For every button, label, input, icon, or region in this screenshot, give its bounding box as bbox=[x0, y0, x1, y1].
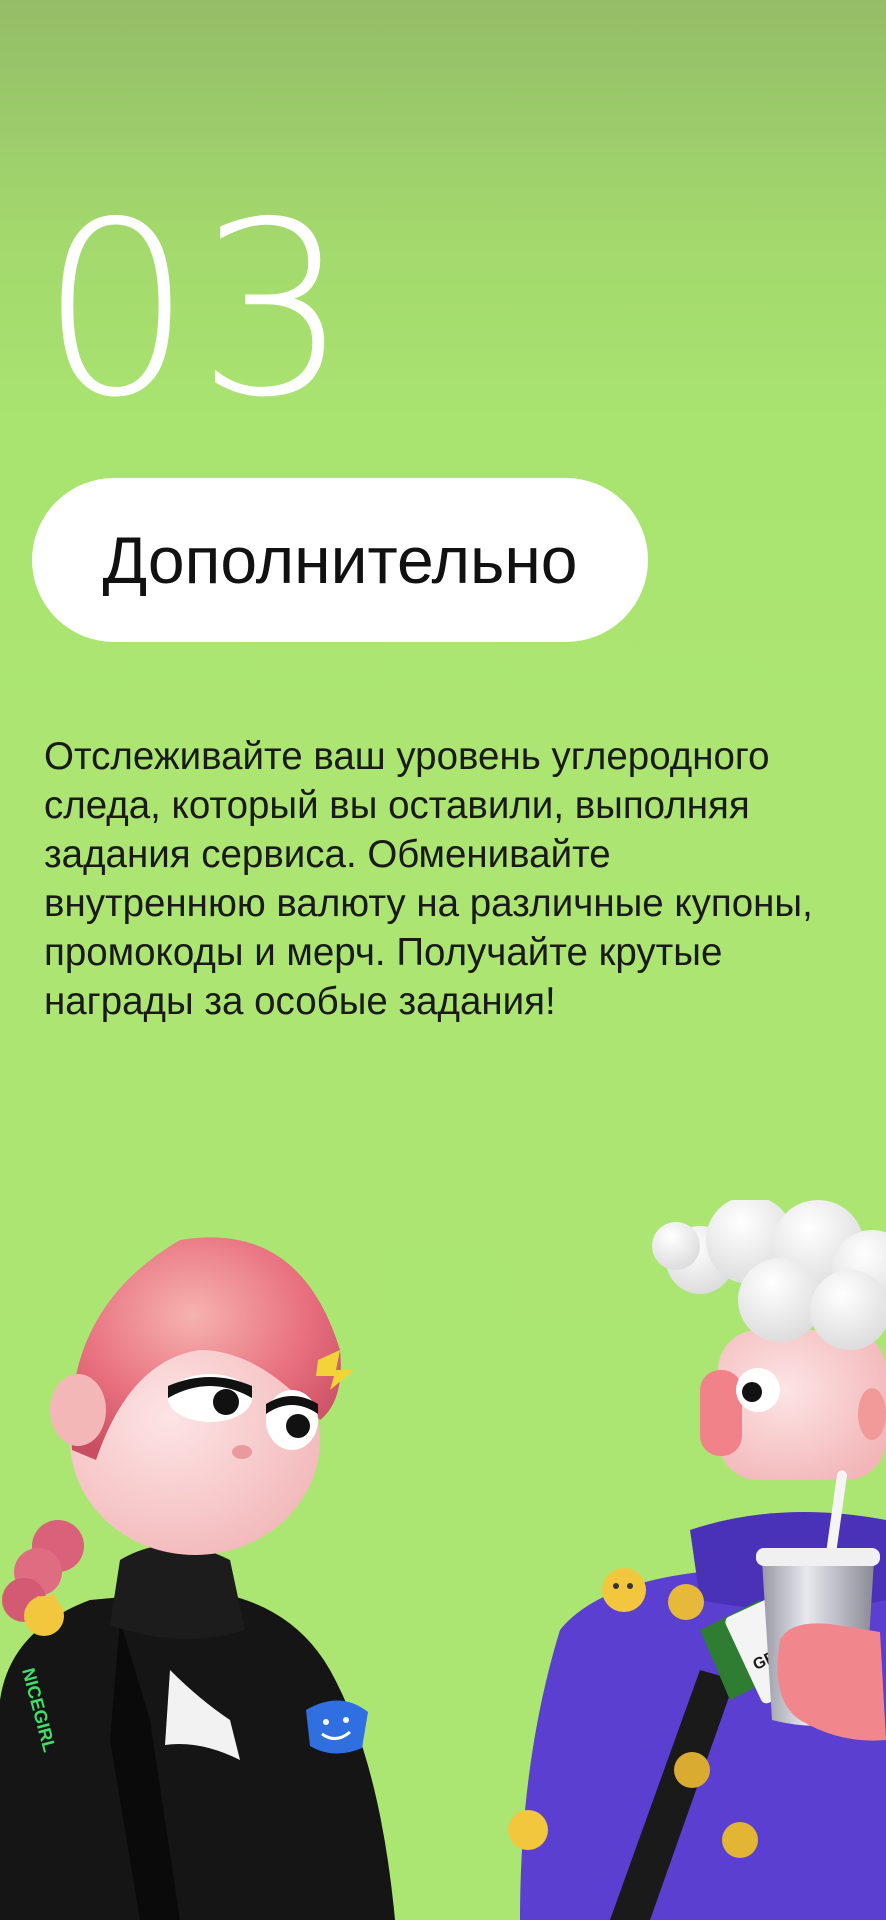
step-number: 03 bbox=[40, 170, 354, 450]
smiley-patch bbox=[306, 1700, 368, 1754]
section-title-pill: Дополнительно bbox=[32, 478, 648, 642]
cloud-hair bbox=[652, 1200, 886, 1350]
description-text: Отслеживайте ваш уровень углеродного сле… bbox=[44, 735, 813, 1023]
guy-character: GEO bbox=[508, 1200, 886, 1920]
girl-character: NICEGIRL bbox=[0, 1237, 395, 1920]
characters-illustration: NICEGIRL GEO bbox=[0, 1200, 886, 1920]
section-title: Дополнительно bbox=[102, 523, 578, 597]
